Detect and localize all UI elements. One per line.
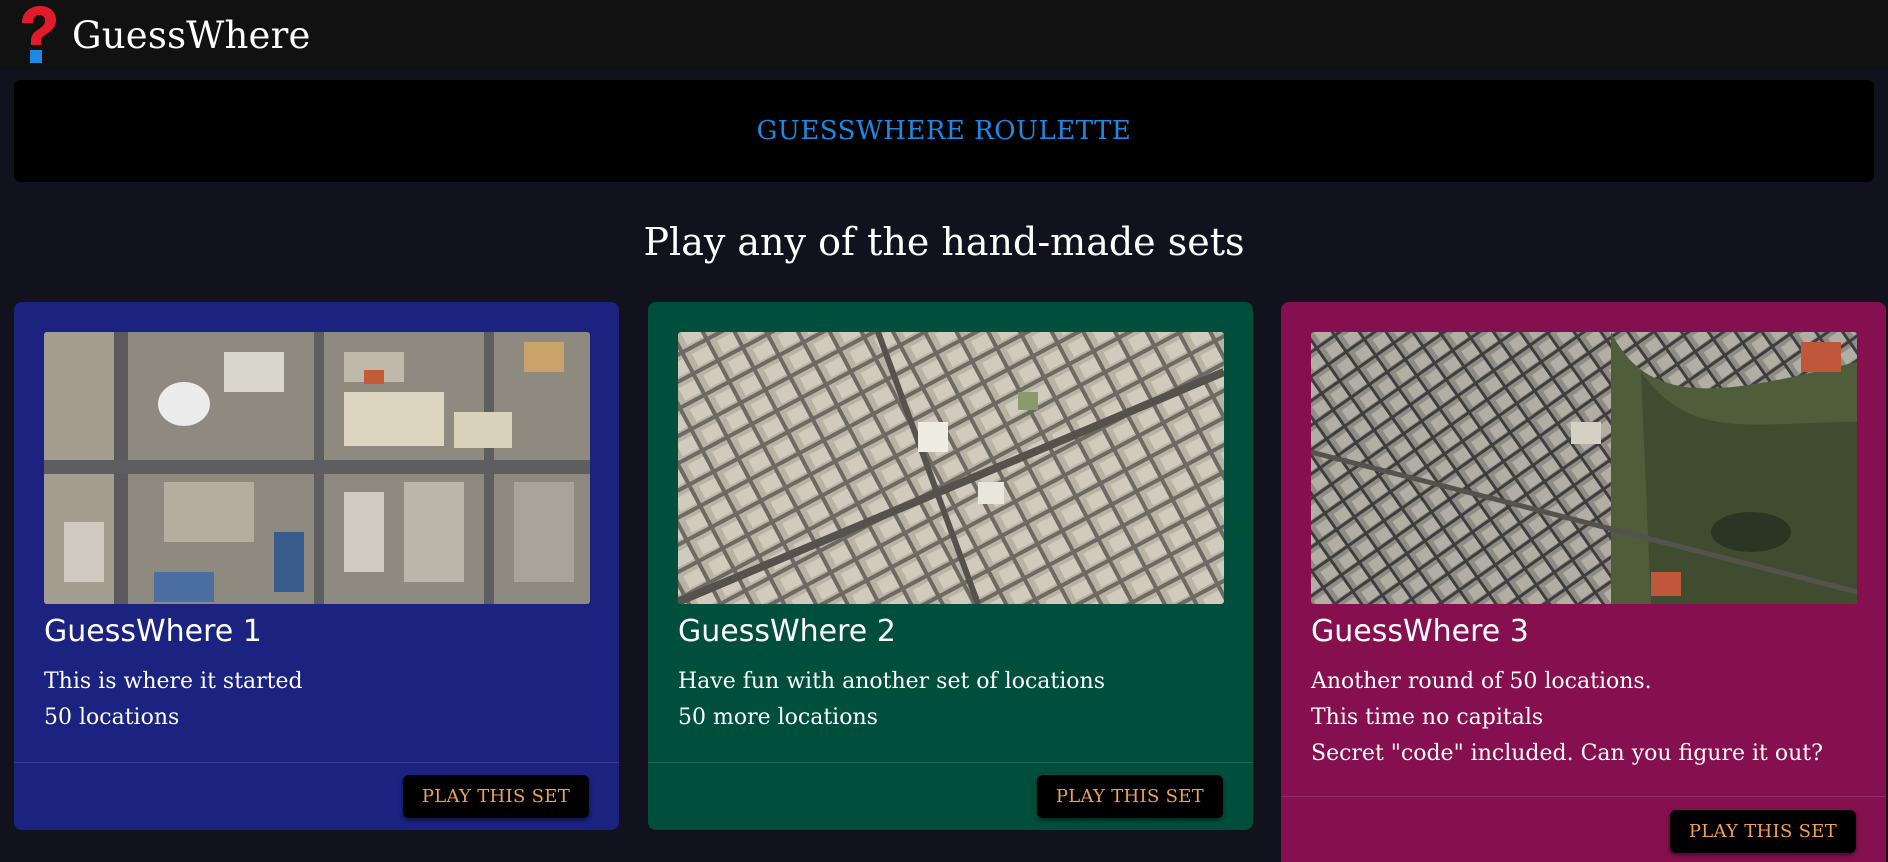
- section-heading: Play any of the hand-made sets: [643, 220, 1245, 264]
- play-set-button[interactable]: PLAY THIS SET: [402, 775, 589, 818]
- card-description-line: Secret "code" included. Can you figure i…: [1311, 741, 1823, 766]
- card-description: Another round of 50 locations. This time…: [1311, 664, 1823, 772]
- card-description: Have fun with another set of locations 5…: [678, 664, 1105, 736]
- card-title: GuessWhere 2: [678, 614, 896, 649]
- top-navbar: GuessWhere: [0, 0, 1888, 70]
- card-divider: [14, 762, 619, 763]
- app-title[interactable]: GuessWhere: [72, 14, 311, 57]
- set-card-guesswhere-1: GuessWhere 1 This is where it started 50…: [14, 302, 619, 830]
- card-description-line: 50 locations: [44, 705, 180, 730]
- card-description-line: Have fun with another set of locations: [678, 669, 1105, 694]
- card-title: GuessWhere 3: [1311, 614, 1529, 649]
- card-title: GuessWhere 1: [44, 614, 262, 649]
- play-set-button[interactable]: PLAY THIS SET: [1669, 810, 1856, 853]
- set-card-guesswhere-2: GuessWhere 2 Have fun with another set o…: [648, 302, 1253, 830]
- card-description-line: 50 more locations: [678, 705, 878, 730]
- satellite-image: [44, 332, 590, 604]
- play-set-button[interactable]: PLAY THIS SET: [1036, 775, 1223, 818]
- roulette-label: GUESSWHERE ROULETTE: [756, 116, 1132, 146]
- card-description-line: This is where it started: [44, 669, 303, 694]
- roulette-button[interactable]: GUESSWHERE ROULETTE: [14, 80, 1874, 182]
- card-description-line: This time no capitals: [1311, 705, 1544, 730]
- card-description: This is where it started 50 locations: [44, 664, 303, 736]
- satellite-image: [1311, 332, 1857, 604]
- card-divider: [1281, 796, 1886, 797]
- set-card-guesswhere-3: GuessWhere 3 Another round of 50 locatio…: [1281, 302, 1886, 862]
- red-question-mark-icon[interactable]: [16, 5, 60, 65]
- card-divider: [648, 762, 1253, 763]
- satellite-image: [678, 332, 1224, 604]
- card-description-line: Another round of 50 locations.: [1311, 669, 1652, 694]
